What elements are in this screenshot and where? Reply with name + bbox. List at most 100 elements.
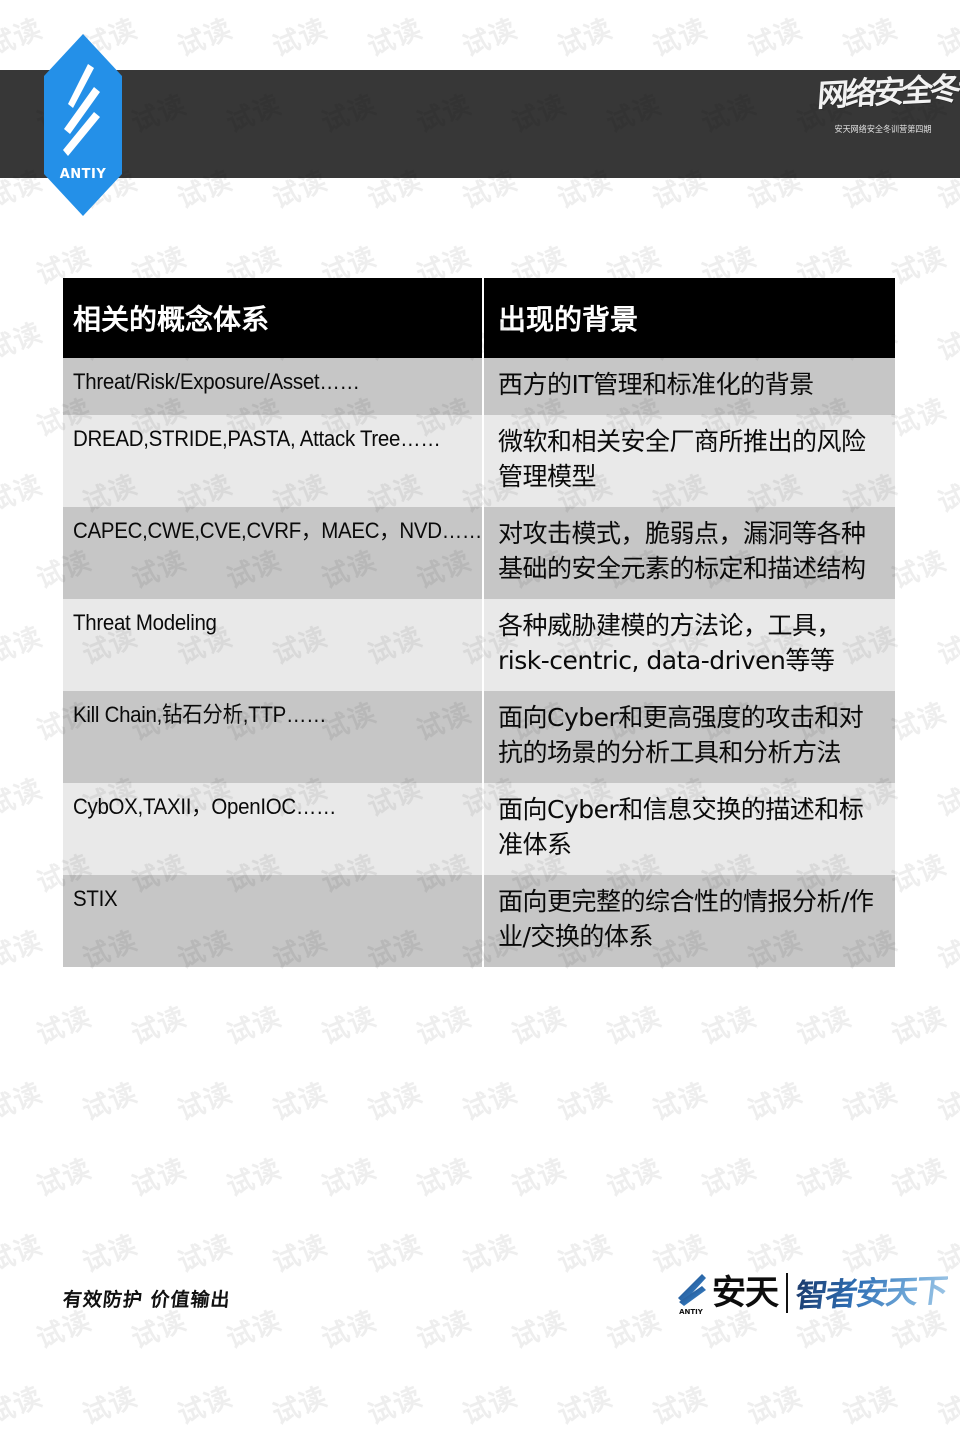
- watermark-text: 试读: [553, 1077, 617, 1128]
- watermark-text: 试读: [553, 1381, 617, 1432]
- watermark-text: 试读: [78, 1077, 142, 1128]
- watermark-text: 试读: [743, 1381, 807, 1432]
- watermark-text: 试读: [648, 1381, 712, 1432]
- watermark-text: 试读: [933, 317, 960, 368]
- watermark-text: 试读: [317, 1305, 381, 1356]
- footer-brand-divider: [785, 1273, 788, 1313]
- watermark-text: 试读: [887, 1001, 951, 1052]
- calligraphy-title: 网络安全冬训营: [816, 68, 960, 115]
- calligraphy-subtitle: 安天网络安全冬训营第四期: [834, 125, 932, 135]
- antiy-logo: ANTIY: [44, 34, 122, 216]
- cell-background: 对攻击模式，脆弱点，漏洞等各种基础的安全元素的标定和描述结构: [498, 518, 866, 584]
- watermark-text: 试读: [933, 469, 960, 520]
- watermark-text: 试读: [0, 387, 1, 444]
- watermark-text: 试读: [173, 1077, 237, 1128]
- watermark-text: 试读: [792, 1001, 856, 1052]
- column-header-background: 出现的背景: [482, 278, 895, 358]
- footer-brand-cn: 安天: [711, 1273, 779, 1313]
- watermark-text: 试读: [933, 925, 960, 976]
- watermark-text: 试读: [412, 1305, 476, 1356]
- watermark-text: 试读: [268, 1229, 332, 1280]
- cell-concept: STIX: [73, 885, 118, 911]
- watermark-text: 试读: [0, 317, 47, 368]
- watermark-text: 试读: [0, 773, 47, 824]
- watermark-text: 试读: [0, 1299, 1, 1356]
- watermark-text: 试读: [0, 469, 47, 520]
- watermark-text: 试读: [0, 691, 1, 748]
- watermark-text: 试读: [0, 1077, 47, 1128]
- watermark-text: 试读: [0, 621, 47, 672]
- watermark-text: 试读: [268, 1077, 332, 1128]
- table-row: Kill Chain,钻石分析,TTP…… 面向Cyber和更高强度的攻击和对抗…: [63, 690, 895, 783]
- watermark-text: 试读: [743, 13, 807, 64]
- watermark-text: 试读: [268, 1381, 332, 1432]
- cell-concept: Threat/Risk/Exposure/Asset……: [73, 369, 360, 394]
- concept-table: 相关的概念体系 出现的背景 Threat/Risk/Exposure/Asset…: [63, 278, 895, 967]
- watermark-text: 试读: [933, 621, 960, 672]
- watermark-text: 试读: [32, 1153, 96, 1204]
- watermark-text: 试读: [127, 1153, 191, 1204]
- watermark-text: 试读: [78, 1381, 142, 1432]
- calligraphy-block: 网络安全冬训营 安天网络安全冬训营第四期: [816, 68, 960, 176]
- cell-concept: CAPEC,CWE,CVE,CVRF，MAEC，NVD……: [73, 517, 483, 543]
- watermark-text: 试读: [458, 1077, 522, 1128]
- watermark-text: 试读: [838, 13, 902, 64]
- watermark-text: 试读: [0, 1229, 47, 1280]
- watermark-text: 试读: [363, 1077, 427, 1128]
- antiy-logo-wordmark: ANTIY: [60, 167, 107, 182]
- watermark-text: 试读: [838, 1077, 902, 1128]
- watermark-text: 试读: [887, 1153, 951, 1204]
- watermark-text: 试读: [553, 1229, 617, 1280]
- watermark-text: 试读: [0, 995, 1, 1052]
- cell-background: 面向更完整的综合性的情报分析/作业/交换的体系: [498, 886, 874, 952]
- watermark-text: 试读: [602, 1153, 666, 1204]
- antiy-footer-wordmark: ANTIY: [679, 1308, 704, 1316]
- watermark-text: 试读: [222, 1153, 286, 1204]
- watermark-text: 试读: [0, 925, 47, 976]
- cell-concept: DREAD,STRIDE,PASTA, Attack Tree……: [73, 425, 441, 451]
- table-row: Threat/Risk/Exposure/Asset…… 西方的IT管理和标准化…: [63, 358, 895, 415]
- watermark-text: 试读: [0, 13, 47, 64]
- cell-background: 西方的IT管理和标准化的背景: [498, 370, 814, 399]
- watermark-text: 试读: [507, 1001, 571, 1052]
- watermark-text: 试读: [363, 13, 427, 64]
- watermark-text: 试读: [792, 1153, 856, 1204]
- watermark-text: 试读: [0, 843, 1, 900]
- watermark-text: 试读: [0, 539, 1, 596]
- watermark-text: 试读: [507, 1153, 571, 1204]
- cell-background: 微软和相关安全厂商所推出的风险管理模型: [498, 426, 866, 492]
- watermark-text: 试读: [412, 1153, 476, 1204]
- watermark-text: 试读: [602, 1305, 666, 1356]
- watermark-text: 试读: [697, 1153, 761, 1204]
- watermark-text: 试读: [602, 1001, 666, 1052]
- table-row: STIX 面向更完整的综合性的情报分析/作业/交换的体系: [63, 874, 895, 967]
- header-band: [0, 70, 960, 178]
- watermark-text: 试读: [412, 1001, 476, 1052]
- watermark-text: 试读: [363, 1381, 427, 1432]
- watermark-text: 试读: [317, 1153, 381, 1204]
- table-row: Threat Modeling 各种威胁建模的方法论，工具，risk-centr…: [63, 598, 895, 691]
- cell-concept: CybOX,TAXII，OpenIOC……: [73, 793, 337, 819]
- table-row: DREAD,STRIDE,PASTA, Attack Tree…… 微软和相关安…: [63, 414, 895, 507]
- table-row: CybOX,TAXII，OpenIOC…… 面向Cyber和信息交换的描述和标准…: [63, 782, 895, 875]
- watermark-text: 试读: [933, 773, 960, 824]
- watermark-text: 试读: [933, 1077, 960, 1128]
- cell-background: 面向Cyber和更高强度的攻击和对抗的场景的分析工具和分析方法: [498, 702, 864, 768]
- watermark-text: 试读: [0, 235, 1, 292]
- watermark-text: 试读: [458, 1229, 522, 1280]
- cell-background: 各种威胁建模的方法论，工具，risk-centric, data-driven等…: [498, 610, 842, 676]
- watermark-text: 试读: [553, 13, 617, 64]
- watermark-text: 试读: [507, 1305, 571, 1356]
- column-header-concept: 相关的概念体系: [63, 278, 482, 358]
- watermark-text: 试读: [697, 1001, 761, 1052]
- footer-brand-logo: ANTIY 安天 智者安天下: [672, 1262, 949, 1324]
- watermark-text: 试读: [0, 1381, 47, 1432]
- watermark-text: 试读: [933, 1381, 960, 1432]
- antiy-logo-hexagon: [44, 34, 122, 216]
- watermark-text: 试读: [222, 1001, 286, 1052]
- watermark-text: 试读: [648, 13, 712, 64]
- watermark-text: 试读: [78, 1229, 142, 1280]
- watermark-text: 试读: [173, 1381, 237, 1432]
- watermark-text: 试读: [0, 1147, 1, 1204]
- footer-slogan: 有效防护 价值输出: [61, 1289, 232, 1311]
